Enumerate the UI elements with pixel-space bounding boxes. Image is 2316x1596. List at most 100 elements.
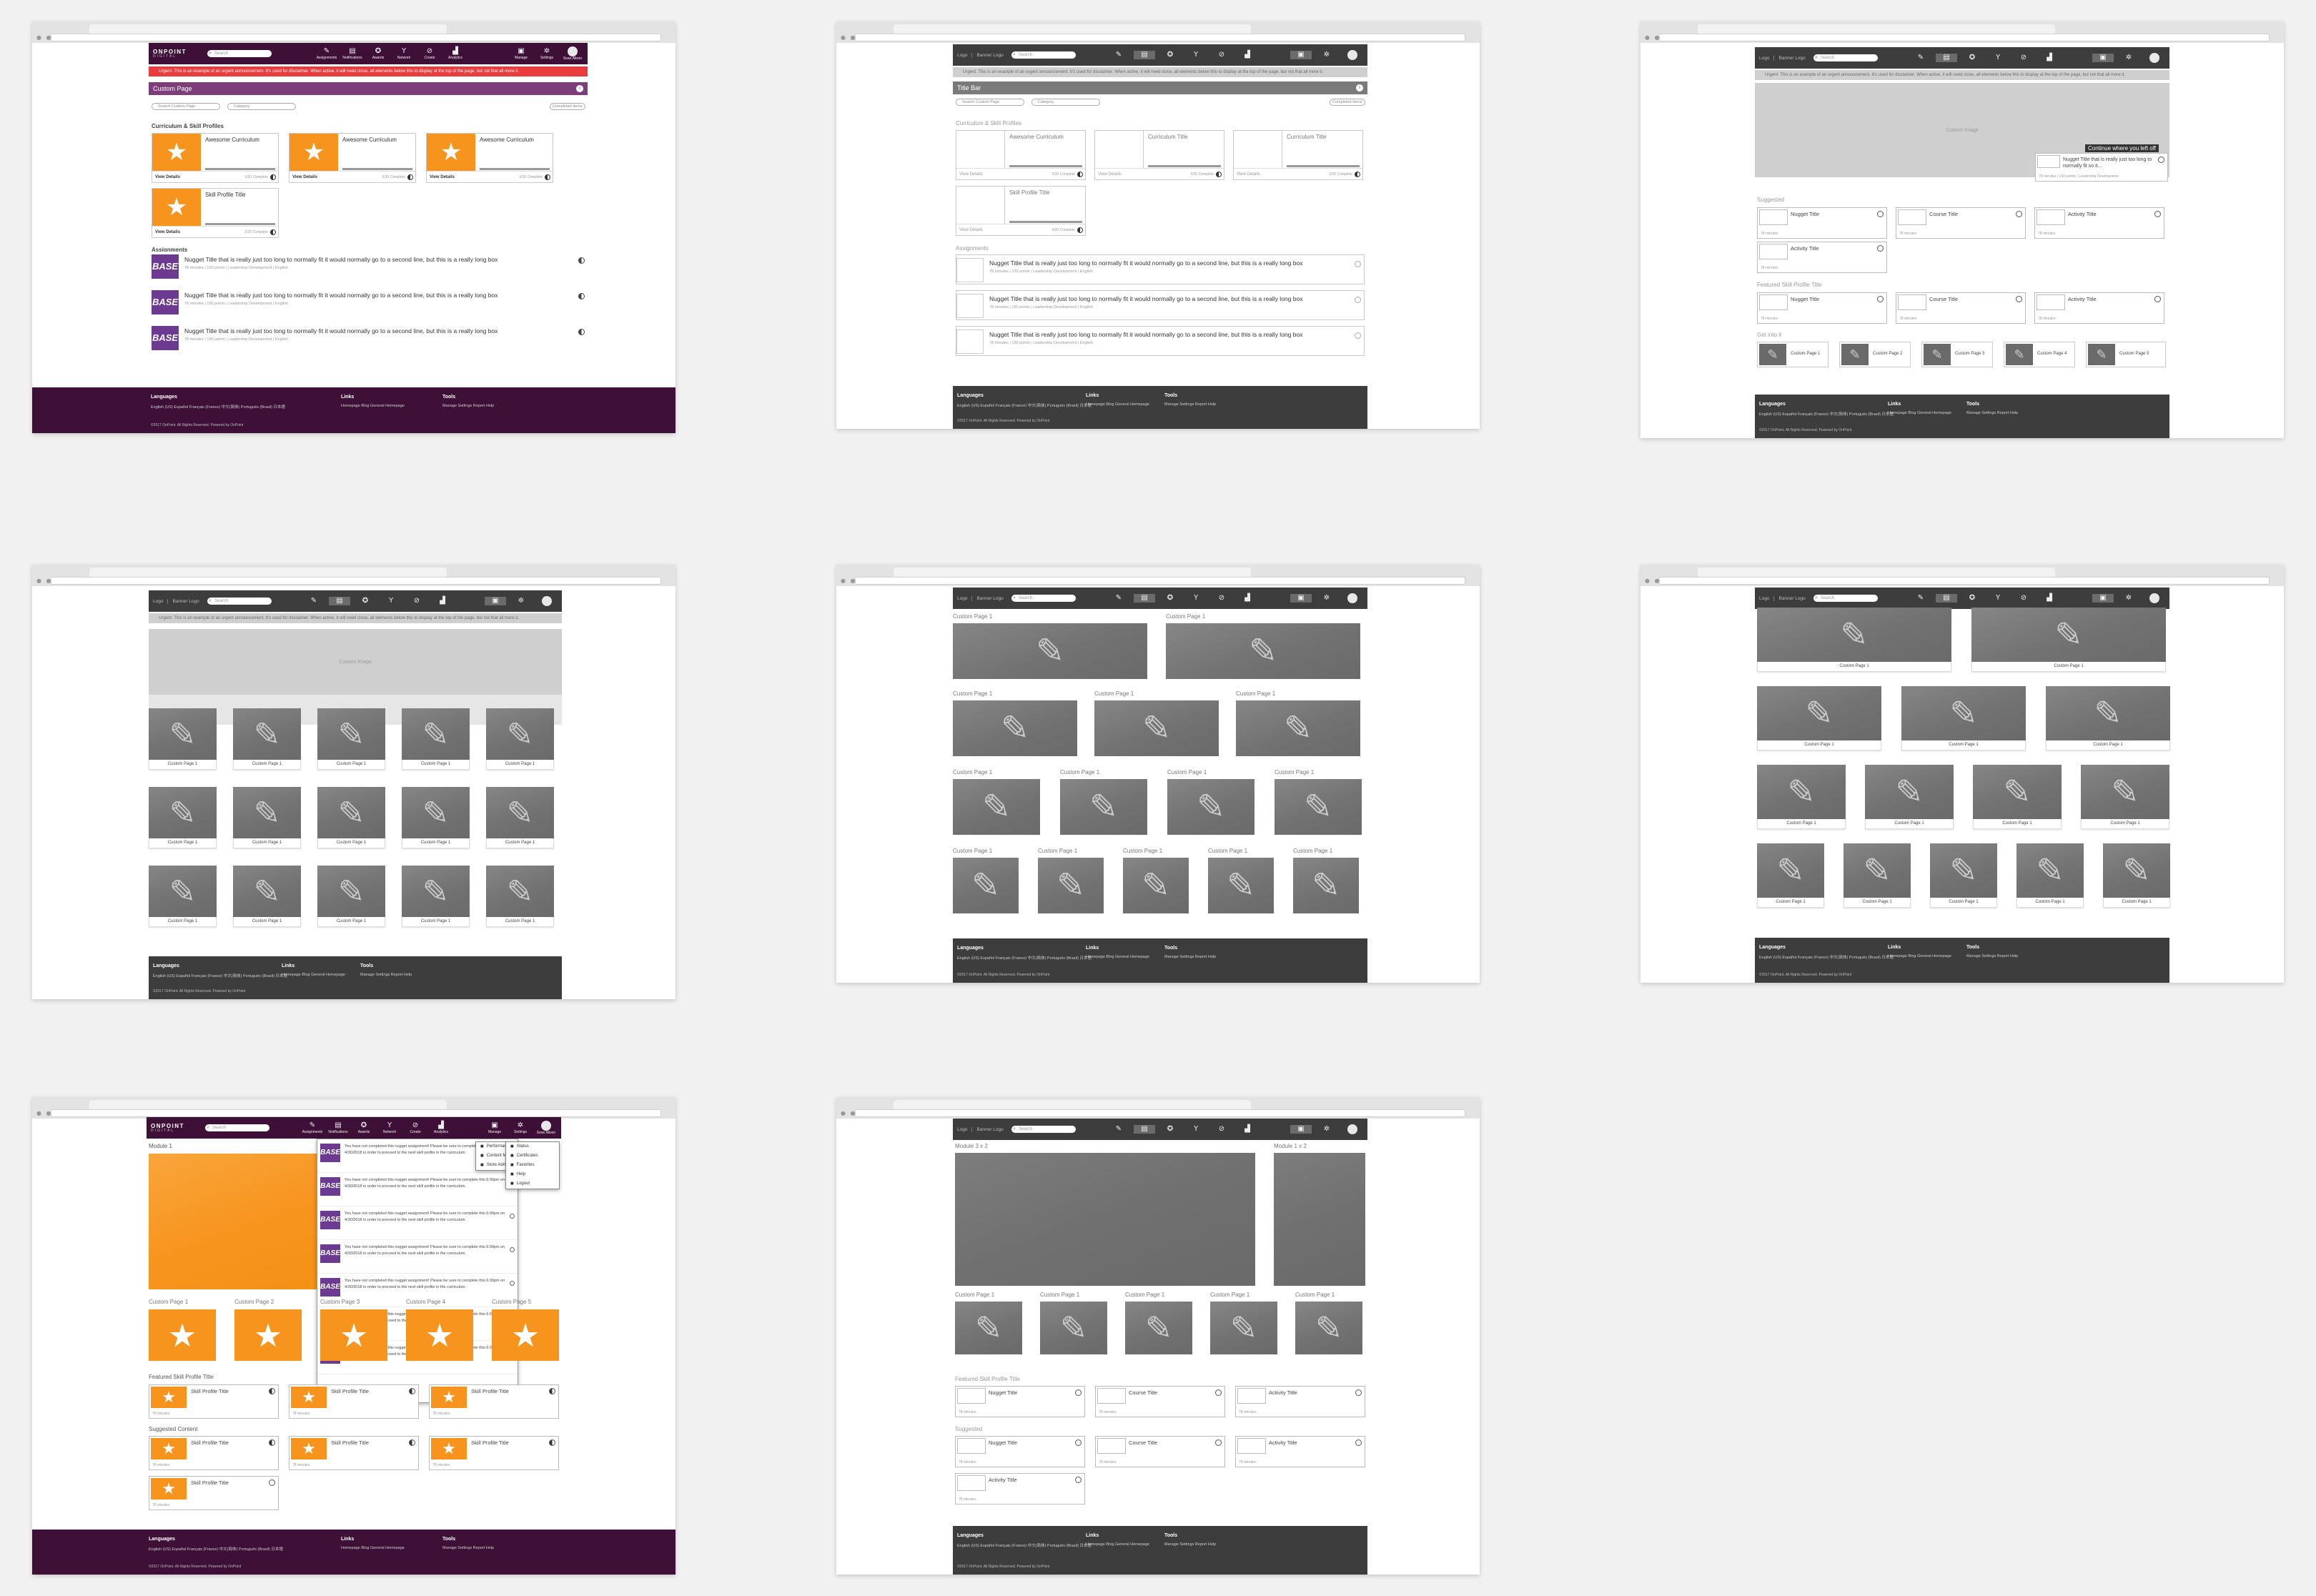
nav-awards[interactable]: ✪ Awards — [367, 47, 389, 60]
get-into-it-item[interactable]: ✎ Custom Page 4 — [2004, 342, 2075, 367]
custom-page-caption[interactable]: Custom Page 1 — [317, 838, 385, 848]
custom-page-tile[interactable]: ✎ — [233, 866, 301, 917]
suggested-item[interactable]: ★ Skill Profile Title 78 minutes — [289, 1436, 419, 1470]
language-links[interactable]: English (US) Español Français (France) 中… — [153, 973, 287, 978]
custom-page-tile[interactable]: ✎ — [486, 708, 554, 760]
language-links[interactable]: English (US) Español Français (France) 中… — [1759, 954, 1894, 960]
address-bar[interactable] — [855, 34, 1465, 41]
featured-item[interactable]: Activity Title 78 minutes — [2034, 292, 2164, 324]
nav-manage[interactable]: ▣ — [1290, 1125, 1312, 1134]
custom-page-tile[interactable]: ✎ — [1123, 858, 1189, 913]
custom-page-tile[interactable]: ✎ — [1208, 858, 1274, 913]
module-3x2-image[interactable] — [955, 1153, 1255, 1286]
search-custom-page-input[interactable]: Search Custom Page — [956, 99, 1024, 106]
custom-page-caption[interactable]: Custom Page 1 — [1865, 819, 1954, 829]
nav-notifications[interactable]: ▤ — [1936, 54, 1957, 62]
nav-assignments[interactable]: ✎ — [1910, 594, 1931, 603]
info-icon[interactable] — [1075, 1439, 1082, 1446]
completed-items-toggle[interactable]: Completed Items — [550, 103, 585, 110]
suggested-item[interactable]: Activity Title 78 minutes — [1757, 242, 1887, 273]
nav-notifications[interactable]: ▤ Notifications — [342, 47, 363, 60]
assignment-row[interactable]: Nugget Title that is really just too lon… — [956, 326, 1365, 356]
nav-create[interactable]: ⊘ Create — [419, 47, 440, 60]
info-icon[interactable] — [510, 1247, 515, 1252]
skill-profile-item[interactable]: ★ Skill Profile Title 78 minutes — [429, 1384, 559, 1419]
nav-account[interactable] — [2144, 593, 2165, 603]
search-custom-page-input[interactable]: Search Custom Page — [152, 103, 220, 110]
custom-page-tile[interactable]: ★ — [149, 1309, 216, 1361]
nav-analytics[interactable]: ▟ — [1237, 594, 1258, 603]
custom-page-caption[interactable]: Custom Page 1 — [233, 838, 301, 848]
custom-page-tile[interactable]: ✎ — [2081, 765, 2169, 819]
custom-page-caption[interactable]: Custom Page 1 — [486, 917, 554, 927]
nav-assignments[interactable]: ✎ — [1108, 594, 1129, 603]
nav-assignments[interactable]: ✎ — [303, 597, 325, 605]
nav-settings[interactable]: ✲ — [1316, 594, 1337, 603]
suggested-item[interactable]: Activity Title 78 minutes — [955, 1473, 1085, 1505]
language-links[interactable]: English (US) Español Français (France) 中… — [149, 1546, 283, 1552]
nav-awards[interactable]: ✪ — [1159, 594, 1181, 603]
nav-analytics[interactable]: ▟ — [1237, 51, 1258, 59]
skill-profile-card[interactable]: ★ Skill Profile Title View Details 0/20 Com… — [152, 188, 279, 238]
address-bar[interactable] — [51, 34, 661, 41]
nav-account[interactable] — [536, 596, 558, 606]
nav-create[interactable]: ⊘ — [1211, 594, 1232, 603]
custom-page-caption[interactable]: Custom Page 1 — [149, 760, 217, 770]
logo[interactable]: Logo Banner Logo — [1759, 595, 1809, 601]
curriculum-card[interactable]: Awesome Curriculum View Details 0/20 Compl… — [956, 130, 1086, 180]
onpoint-logo[interactable]: ONPOINT DIGITAL — [153, 49, 203, 59]
footer-links[interactable]: Homepage Blog General Homepage — [1888, 954, 1951, 958]
footer-tools[interactable]: Manage Settings Report Help — [1164, 955, 1216, 959]
logo[interactable]: Logo Banner Logo — [1759, 55, 1809, 61]
custom-page-caption[interactable]: Custom Page 1 — [486, 838, 554, 848]
nav-account[interactable] — [1342, 50, 1363, 60]
get-into-it-item[interactable]: ✎ Custom Page 1 — [1757, 342, 1828, 367]
nav-analytics[interactable]: ▟ Analytics — [445, 47, 466, 60]
curriculum-card[interactable]: ★ Awesome Curriculum View Details 0/20 Comp… — [152, 133, 279, 183]
nav-manage[interactable]: ▣ Manage — [484, 1121, 505, 1134]
info-icon[interactable] — [1075, 1389, 1082, 1396]
custom-page-caption[interactable]: Custom Page 1 — [233, 917, 301, 927]
nav-awards[interactable]: ✪ — [1961, 54, 1983, 62]
footer-links[interactable]: Homepage Blog General Homepage — [341, 1546, 405, 1550]
custom-page-caption[interactable]: Custom Page 1 — [233, 760, 301, 770]
suggested-item[interactable]: Nugget Title 78 minutes — [955, 1436, 1085, 1467]
skill-profile-item[interactable]: ★ Skill Profile Title 78 minutes — [289, 1384, 419, 1419]
suggested-item[interactable]: Nugget Title 78 minutes — [1757, 207, 1887, 239]
nav-network[interactable]: Y — [380, 597, 402, 605]
nav-assignments[interactable]: ✎ Assignments — [302, 1121, 323, 1134]
continue-card[interactable]: Nugget Title that is really just too lon… — [2035, 153, 2168, 182]
nav-create[interactable]: ⊘ — [2013, 594, 2034, 603]
nav-manage[interactable]: ▣ — [2092, 54, 2114, 62]
address-bar[interactable] — [1659, 34, 2270, 41]
featured-item[interactable]: Activity Title 78 minutes — [1235, 1386, 1365, 1417]
info-icon[interactable] — [1877, 296, 1884, 302]
custom-page-tile[interactable]: ✎ — [2016, 843, 2084, 898]
info-icon[interactable]: i — [576, 85, 583, 92]
nav-assignments[interactable]: ✎ — [1108, 51, 1129, 59]
info-icon[interactable] — [2016, 296, 2022, 302]
nav-create[interactable]: ⊘ — [2013, 54, 2034, 62]
custom-page-caption[interactable]: Custom Page 1 — [1971, 662, 2166, 672]
notification-item[interactable]: BASEYou have not completed this nugget a… — [317, 1206, 518, 1240]
custom-page-tile[interactable]: ✎ — [1757, 686, 1881, 740]
search-input[interactable]: Search — [1011, 51, 1076, 59]
language-links[interactable]: English (US) Español Français (France) 中… — [1759, 411, 1894, 417]
custom-page-tile[interactable]: ★ — [406, 1309, 473, 1361]
custom-page-tile[interactable]: ✎ — [1166, 623, 1360, 679]
nav-settings[interactable]: ✲ Settings — [536, 47, 558, 60]
module-image[interactable] — [149, 1154, 342, 1289]
custom-page-tile[interactable]: ✎ — [953, 623, 1147, 679]
info-icon[interactable] — [1215, 1439, 1222, 1446]
suggested-item[interactable]: Activity Title 78 minutes — [2034, 207, 2164, 239]
nav-network[interactable]: Y — [1987, 54, 2009, 62]
footer-tools[interactable]: Manage Settings Report Help — [1966, 954, 2018, 958]
custom-page-tile[interactable]: ✎ — [953, 858, 1019, 913]
language-links[interactable]: English (US) Español Français (France) 中… — [957, 955, 1092, 961]
custom-page-tile[interactable]: ✎ — [1094, 700, 1219, 756]
custom-page-tile[interactable]: ★ — [492, 1309, 559, 1361]
footer-links[interactable]: Homepage Blog General Homepage — [1086, 1542, 1149, 1547]
footer-links[interactable]: Homepage Blog General Homepage — [341, 404, 405, 408]
logo[interactable]: Logo Banner Logo — [957, 1126, 1007, 1132]
custom-page-tile[interactable]: ✎ — [149, 708, 217, 760]
